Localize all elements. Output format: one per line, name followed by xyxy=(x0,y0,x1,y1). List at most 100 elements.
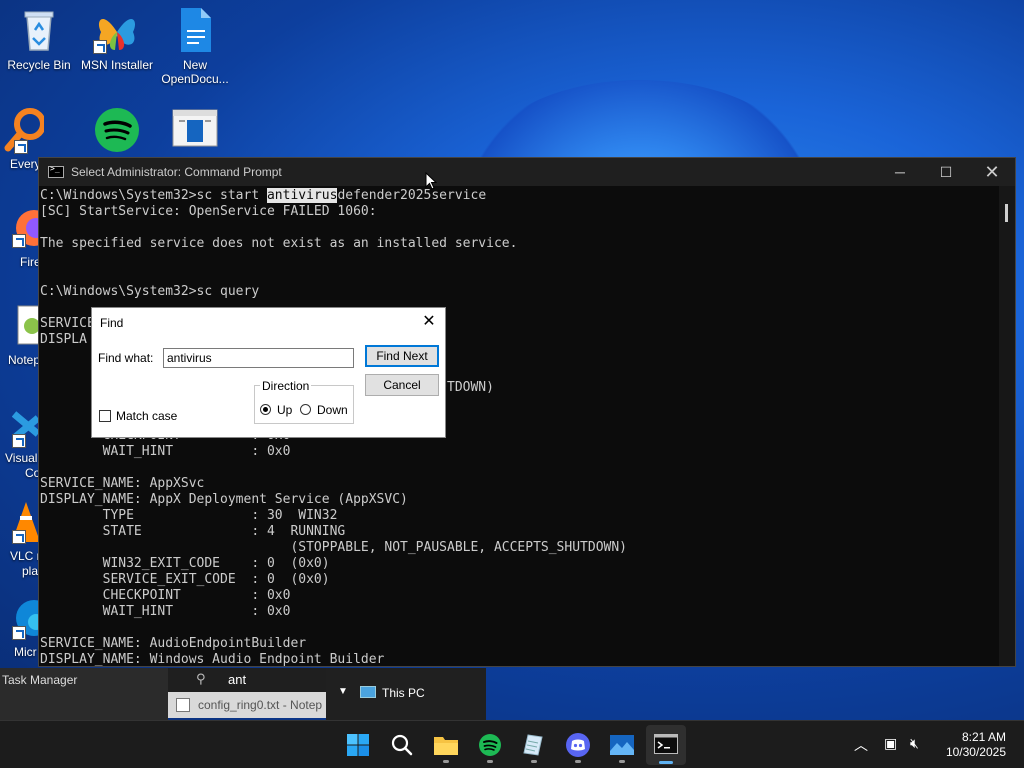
desktop-icon-label: Visual xyxy=(5,451,38,465)
spotify-icon xyxy=(479,734,501,756)
cmd-line xyxy=(39,620,999,636)
desktop-icon-label: Micr xyxy=(14,645,37,659)
cmd-line: TYPE : 30 WIN32 xyxy=(40,508,338,523)
notepad-icon xyxy=(176,698,190,712)
find-dialog[interactable]: Find ✕ Find what: antivirus Find Next Ca… xyxy=(91,307,446,438)
running-indicator xyxy=(575,760,581,763)
spotify-icon xyxy=(93,106,141,154)
desktop-icon-label: Recycle Bin xyxy=(7,58,71,72)
desktop-icon-spotify[interactable] xyxy=(79,106,155,158)
taskbar-file-explorer[interactable] xyxy=(430,729,462,763)
desktop-icon-recycle-bin[interactable]: Recycle Bin xyxy=(1,6,77,72)
shortcut-arrow-icon xyxy=(14,140,28,154)
notepad-tab-title: config_ring0.txt - Notep xyxy=(198,698,323,712)
desktop-icon-label: Every xyxy=(10,157,41,171)
shortcut-arrow-icon xyxy=(12,530,26,544)
find-what-input[interactable]: antivirus xyxy=(163,348,354,368)
direction-down-radio[interactable] xyxy=(300,404,311,415)
explorer-window[interactable]: ▼ This PC xyxy=(326,668,486,720)
direction-down-label[interactable]: Down xyxy=(317,403,348,417)
cmd-line xyxy=(39,252,999,268)
desktop-icon-label: pla xyxy=(22,564,39,578)
cmd-line: WIN32_EXIT_CODE : 0 (0x0) xyxy=(40,556,330,571)
cmd-line: CHECKPOINT : 0x0 xyxy=(40,588,291,603)
cmd-scrollbar[interactable] xyxy=(999,186,1015,666)
match-case-label[interactable]: Match case xyxy=(116,409,177,423)
cmd-line: C:\Windows\System32>sc query xyxy=(40,284,260,299)
find-cancel-button[interactable]: Cancel xyxy=(365,374,439,396)
desktop-icon-label: Notep xyxy=(8,353,41,367)
taskbar-discord[interactable] xyxy=(562,729,594,763)
document-icon xyxy=(171,6,219,54)
running-indicator xyxy=(487,760,493,763)
desktop-icon-everything[interactable] xyxy=(4,106,46,158)
system-clock[interactable]: 8:21 AM 10/30/2025 xyxy=(946,730,1006,760)
direction-up-label[interactable]: Up xyxy=(277,403,292,417)
desktop-icon-msn-installer[interactable]: MSN Installer xyxy=(79,6,155,72)
notepad-window-tab[interactable]: config_ring0.txt - Notep xyxy=(168,692,326,718)
scrollbar-thumb[interactable] xyxy=(1005,204,1008,222)
cmd-line: The specified service does not exist as … xyxy=(40,236,518,251)
cmd-line: DISPLAY_NAME: Windows Audio Endpoint Bui… xyxy=(40,652,385,666)
cmd-line: SERVICE_NAME: AppXSvc xyxy=(40,476,205,491)
cmd-app-icon xyxy=(48,164,64,178)
shortcut-arrow-icon xyxy=(93,40,107,54)
network-icon[interactable]: ▣ xyxy=(884,735,897,752)
discord-icon xyxy=(566,733,590,757)
find-close-button[interactable]: ✕ xyxy=(419,312,439,332)
shortcut-arrow-icon xyxy=(12,234,26,248)
cmd-line: [SC] StartService: OpenService FAILED 10… xyxy=(40,204,377,219)
chevron-down-icon: ▼ xyxy=(338,686,348,697)
cmd-line: C:\Windows\System32>sc start antivirusde… xyxy=(39,188,999,204)
find-what-label: Find what: xyxy=(98,351,154,365)
mouse-cursor-icon xyxy=(425,172,437,190)
search-icon xyxy=(391,734,413,756)
taskbar-notepad[interactable] xyxy=(518,729,550,763)
background-search-box[interactable]: ⚲ ant xyxy=(168,668,326,692)
cmd-text: C:\Windows\System32>sc start xyxy=(40,188,267,203)
taskbar-command-prompt[interactable] xyxy=(646,725,686,765)
windows-logo-icon xyxy=(347,734,369,756)
notepad-icon xyxy=(523,734,543,756)
desktop-icon-new-opendocument[interactable]: New OpenDocu... xyxy=(157,6,233,86)
minimize-button[interactable]: ─ xyxy=(877,158,923,186)
cmd-text: defender2025service xyxy=(337,188,487,203)
desktop-icon-document-window[interactable] xyxy=(157,106,233,158)
background-search-text: ant xyxy=(228,672,247,687)
direction-up-radio[interactable] xyxy=(260,404,271,415)
folder-icon xyxy=(434,737,458,755)
show-hidden-icons-chevron-icon[interactable]: ︿ xyxy=(854,735,868,755)
maximize-button[interactable]: ☐ xyxy=(923,158,969,186)
cmd-titlebar[interactable]: Select Administrator: Command Prompt ─ ☐… xyxy=(39,158,1015,186)
task-manager-window[interactable]: Task Manager xyxy=(0,668,168,720)
volume-icon[interactable]: 🔇︎ xyxy=(910,735,919,752)
cmd-line: WAIT_HINT : 0x0 xyxy=(40,604,291,619)
direction-label: Direction xyxy=(260,379,312,393)
find-dialog-title: Find xyxy=(100,316,124,330)
recycle-bin-icon xyxy=(15,6,63,54)
taskbar-spotify[interactable] xyxy=(474,729,506,763)
shortcut-arrow-icon xyxy=(12,434,26,448)
cmd-line: STATE : 4 RUNNING xyxy=(40,524,346,539)
match-case-checkbox[interactable] xyxy=(99,410,111,422)
cmd-line xyxy=(39,220,999,236)
cmd-window-title: Select Administrator: Command Prompt xyxy=(71,165,282,179)
cmd-line: SERVICE_NAME: AudioEndpointBuilder xyxy=(40,636,307,651)
close-button[interactable]: ✕ xyxy=(969,158,1015,186)
terminal-icon xyxy=(654,734,678,754)
search-icon: ⚲ xyxy=(196,671,206,686)
cmd-line: SERVICE_EXIT_CODE : 0 (0x0) xyxy=(40,572,330,587)
window-document-icon xyxy=(171,106,219,154)
taskbar-search-button[interactable] xyxy=(386,729,418,761)
desktop-icon-label: New OpenDocu... xyxy=(161,58,229,86)
task-manager-title: Task Manager xyxy=(2,673,78,687)
cmd-line: DISPLAY_NAME: AppX Deployment Service (A… xyxy=(40,492,408,507)
taskbar-photos[interactable] xyxy=(606,729,638,763)
find-highlight: antivirus xyxy=(266,188,338,203)
this-pc-label[interactable]: This PC xyxy=(382,686,425,700)
taskbar: ︿ ▣ 🔇︎ 8:21 AM 10/30/2025 xyxy=(0,720,1024,768)
start-button[interactable] xyxy=(342,729,374,761)
magnifier-icon xyxy=(4,106,46,154)
clock-time: 8:21 AM xyxy=(961,730,1006,744)
find-next-button[interactable]: Find Next xyxy=(365,345,439,367)
